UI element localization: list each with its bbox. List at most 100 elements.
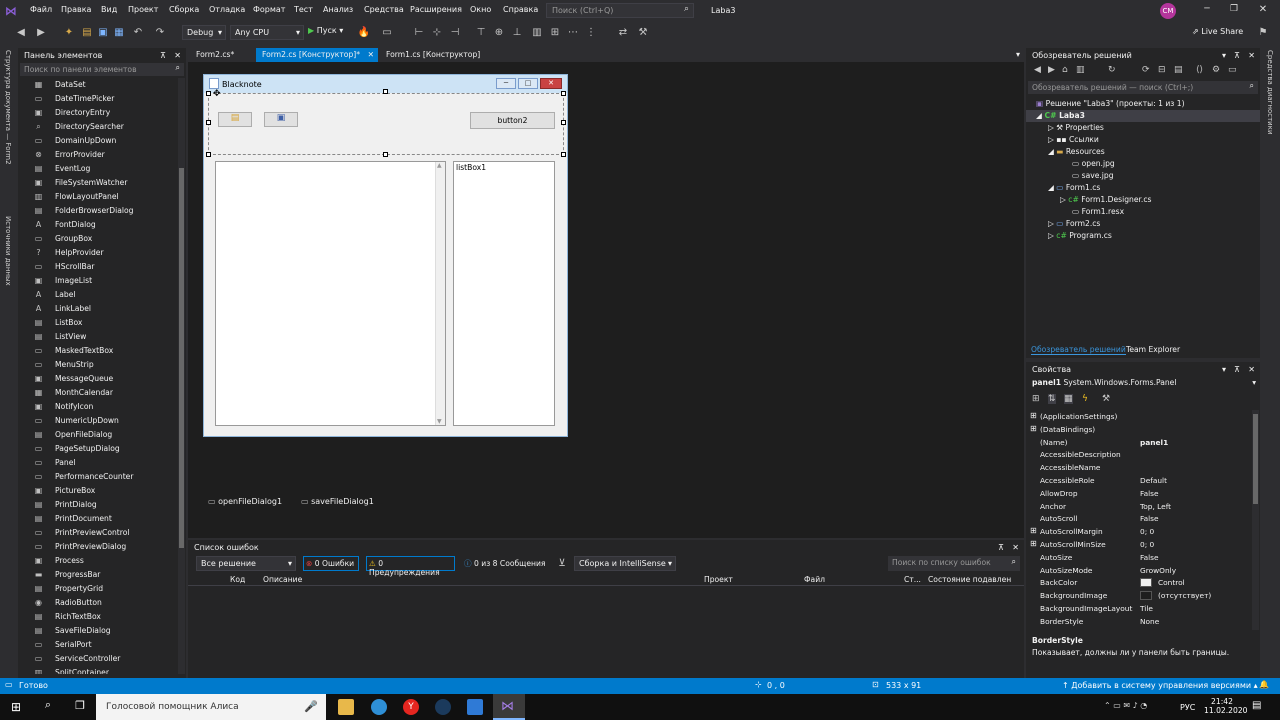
properties-view-icon[interactable]: ▦ <box>1064 394 1073 404</box>
toolbox-item[interactable]: ▭ SerialPort <box>18 638 178 652</box>
error-scope-combo[interactable]: Все решение ▾ <box>196 556 296 571</box>
save-icon[interactable]: ▣ <box>96 26 110 40</box>
property-row[interactable]: AutoScroll False <box>1040 512 1252 525</box>
menu-build[interactable]: Сборка <box>169 5 199 17</box>
back-icon[interactable]: ◀ <box>14 26 28 40</box>
search-box[interactable]: Поиск (Ctrl+Q) ⌕ <box>546 3 694 18</box>
toolbox-item[interactable]: ▤ RichTextBox <box>18 610 178 624</box>
save-button[interactable]: ▣ <box>264 112 298 127</box>
scroll-thumb[interactable] <box>1253 414 1258 504</box>
restore-icon[interactable]: ❐ <box>1227 4 1241 18</box>
steam-icon[interactable] <box>435 699 451 715</box>
toolbox-item[interactable]: ▤ EventLog <box>18 162 178 176</box>
messages-filter-button[interactable]: ⓘ 0 из 8 Сообщения <box>462 556 548 571</box>
form1-resx-node[interactable]: ▭ Form1.resx <box>1072 207 1124 216</box>
code-icon[interactable]: ⟨⟩ <box>1196 65 1203 75</box>
properties-node[interactable]: ▷ ⚒ Properties <box>1048 123 1104 132</box>
yandex-icon[interactable]: Y <box>403 699 419 715</box>
close-icon[interactable]: ✕ <box>1248 51 1255 60</box>
richtextbox[interactable]: ▲ ▼ <box>215 161 446 426</box>
notifications-icon[interactable]: 🔔 <box>1259 680 1269 689</box>
tray-icons[interactable]: ⌃ ▭ ✉ ♪ ◔ <box>1104 701 1174 713</box>
chevron-down-icon[interactable]: ▾ <box>1222 365 1226 374</box>
live-share-button[interactable]: ⇗ Live Share <box>1192 27 1243 36</box>
layout-icon[interactable]: ▭ <box>380 26 394 40</box>
preview-icon[interactable]: ▭ <box>1228 65 1237 75</box>
property-row[interactable]: AccessibleRole Default <box>1040 474 1252 487</box>
align-middle-icon[interactable]: ⊕ <box>492 26 506 40</box>
toolbox-item[interactable]: ▭ NumericUpDown <box>18 414 178 428</box>
close-icon[interactable]: ✕ <box>368 50 374 59</box>
expand-icon[interactable]: ⊞ <box>1030 411 1037 420</box>
toolbox-item[interactable]: ▭ PrintPreviewDialog <box>18 540 178 554</box>
action-center-icon[interactable]: ▤ <box>1252 700 1266 714</box>
toolbox-item[interactable]: ⊗ ErrorProvider <box>18 148 178 162</box>
config-combo[interactable]: Debug ▾ <box>182 25 226 40</box>
button2[interactable]: button2 <box>470 112 555 129</box>
align-top-icon[interactable]: ⊤ <box>474 26 488 40</box>
tab-team-explorer[interactable]: Team Explorer <box>1126 345 1180 354</box>
error-search-input[interactable]: Поиск по списку ошибок ⌕ <box>888 556 1020 571</box>
user-avatar[interactable]: CM <box>1160 3 1176 19</box>
property-value[interactable]: None <box>1140 617 1159 626</box>
task-view-icon[interactable]: ❐ <box>72 699 88 715</box>
clock[interactable]: 21:42 11.02.2020 <box>1204 697 1247 715</box>
tab-solution-explorer[interactable]: Обозреватель решений <box>1031 345 1126 355</box>
toolbox-item[interactable]: ▤ ListView <box>18 330 178 344</box>
toolbox-item[interactable]: ▣ PictureBox <box>18 484 178 498</box>
feedback-icon[interactable]: ⚑ <box>1256 26 1270 40</box>
column-suppression[interactable]: Состояние подавлен <box>928 575 1011 584</box>
search-icon[interactable]: ⌕ <box>40 698 56 714</box>
property-value[interactable]: False <box>1140 514 1159 523</box>
toolbox-item[interactable]: A LinkLabel <box>18 302 178 316</box>
errors-filter-button[interactable]: ⊗ 0 Ошибки <box>303 556 359 571</box>
program-node[interactable]: ▷ c# Program.cs <box>1048 231 1112 240</box>
toolbox-item[interactable]: ▭ ServiceController <box>18 652 178 666</box>
align-bottom-icon[interactable]: ⊥ <box>510 26 524 40</box>
property-value[interactable]: Tile <box>1140 604 1153 613</box>
build-filter-combo[interactable]: Сборка и IntelliSense ▾ <box>574 556 676 571</box>
toolbox-item[interactable]: ▭ PrintPreviewControl <box>18 526 178 540</box>
resources-node[interactable]: ◢ ▬ Resources <box>1048 147 1105 156</box>
property-row[interactable]: BackColor Control <box>1040 576 1252 589</box>
property-row[interactable]: AutoSize False <box>1040 551 1252 564</box>
expand-icon[interactable]: ⊞ <box>1030 424 1037 433</box>
menu-help[interactable]: Справка <box>503 5 538 17</box>
chevron-down-icon[interactable]: ▾ <box>1222 51 1226 60</box>
property-row[interactable]: AccessibleDescription <box>1040 448 1252 461</box>
toolbox-item[interactable]: A Label <box>18 288 178 302</box>
flame-icon[interactable]: 🔥 <box>357 26 371 40</box>
toolbox-item[interactable]: ◉ RadioButton <box>18 596 178 610</box>
save-jpg-node[interactable]: ▭ save.jpg <box>1072 171 1114 180</box>
browser-icon[interactable] <box>371 699 387 715</box>
property-row[interactable]: BorderStyle None <box>1040 615 1252 628</box>
toolbox-item[interactable]: A FontDialog <box>18 218 178 232</box>
tab-form2-designer[interactable]: Form2.cs [Конструктор]* ✕ <box>256 48 378 62</box>
menu-project[interactable]: Проект <box>128 5 158 17</box>
save-all-icon[interactable]: ▦ <box>112 26 126 40</box>
toolbox-item[interactable]: ▥ FlowLayoutPanel <box>18 190 178 204</box>
align-center-icon[interactable]: ⊹ <box>430 26 444 40</box>
property-value[interactable]: Control <box>1158 578 1185 587</box>
properties-scrollbar[interactable] <box>1252 410 1259 630</box>
toolbox-item[interactable]: ▦ DataSet <box>18 78 178 92</box>
menu-extensions[interactable]: Расширения <box>410 5 462 17</box>
solution-search-input[interactable]: Обозреватель решений — поиск (Ctrl+;) ⌕ <box>1028 81 1258 94</box>
menu-tools[interactable]: Средства <box>364 5 404 17</box>
diagnostic-tools-tab[interactable]: Средства диагностики <box>1266 50 1274 135</box>
close-icon[interactable]: ✕ <box>1012 543 1019 552</box>
toolbox-item[interactable]: ▤ OpenFileDialog <box>18 428 178 442</box>
new-project-icon[interactable]: ✦ <box>62 26 76 40</box>
same-size-icon[interactable]: ▥ <box>530 26 544 40</box>
toolbox-item[interactable]: ▭ HScrollBar <box>18 260 178 274</box>
tab-form1-designer[interactable]: Form1.cs [Конструктор] <box>380 48 486 62</box>
expand-icon[interactable]: ⊞ <box>1030 539 1037 548</box>
visual-studio-icon[interactable]: ⋈ <box>493 694 525 720</box>
toolbox-item[interactable]: ▣ NotifyIcon <box>18 400 178 414</box>
events-icon[interactable]: ϟ <box>1082 394 1088 404</box>
property-value[interactable]: (отсутствует) <box>1158 591 1211 600</box>
open-button[interactable]: ▤ <box>218 112 252 127</box>
toolbox-item[interactable]: ▣ FileSystemWatcher <box>18 176 178 190</box>
property-row[interactable]: AutoSizeMode GrowOnly <box>1040 564 1252 577</box>
scroll-thumb[interactable] <box>179 168 184 548</box>
